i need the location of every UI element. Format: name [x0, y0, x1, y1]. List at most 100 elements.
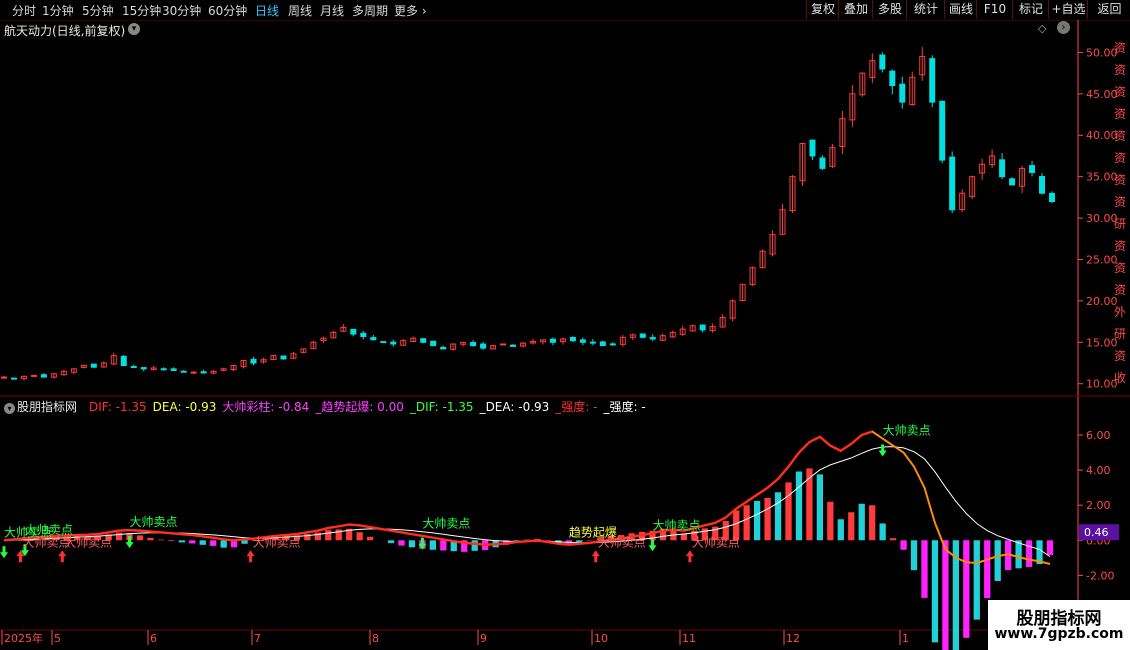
indicator-tick-label: 6.00: [1086, 429, 1111, 442]
candle-body: [360, 332, 367, 338]
sell-signal-label: 大帅卖点: [653, 518, 701, 532]
indicator-tick-label: -2.00: [1086, 569, 1114, 582]
indicator-name[interactable]: 股朋指标网: [17, 400, 77, 414]
candle-body: [380, 341, 387, 344]
price-tick-label: 20.00: [1086, 295, 1118, 308]
candle-body: [510, 344, 517, 347]
candle-body: [200, 371, 207, 374]
candle-body: [809, 139, 816, 157]
candle-body: [40, 374, 47, 378]
candle-body: [390, 341, 397, 345]
candle-body: [140, 367, 147, 370]
price-tick-label: 45.00: [1086, 88, 1118, 101]
watermark-url: www.7gpzb.com: [994, 626, 1124, 642]
buy-arrow-icon: [685, 550, 694, 563]
indicator-value-6: _强度: -: [555, 400, 598, 414]
price-tick-label: 40.00: [1086, 129, 1118, 142]
side-panel-text: 收: [1114, 371, 1126, 385]
time-tick-label: 12: [786, 632, 800, 645]
time-tick-label: 10: [594, 632, 608, 645]
candle-body: [609, 343, 616, 346]
side-panel-text: 资: [1114, 195, 1126, 209]
watermark: 股朋指标网 www.7gpzb.com: [988, 600, 1130, 650]
sell-signal-label-red: 大帅卖点: [253, 535, 301, 549]
side-panel-text: 资: [1114, 85, 1126, 99]
candle-body: [130, 366, 137, 369]
candle-body: [879, 54, 886, 70]
price-tick-label: 10.00: [1086, 378, 1118, 391]
candle-body: [699, 324, 706, 331]
sell-signal-label: 大帅卖点: [422, 517, 470, 531]
time-tick-label: 8: [372, 632, 379, 645]
buy-arrow-icon: [591, 550, 600, 563]
sell-signal-label: 大帅卖点: [130, 515, 178, 529]
time-tick-label: 7: [254, 632, 261, 645]
candle-body: [949, 156, 956, 211]
indicator-tick-label: 2.00: [1086, 499, 1111, 512]
sell-arrow-icon: [878, 444, 887, 457]
candle-body: [160, 368, 167, 371]
price-tick-label: 35.00: [1086, 171, 1118, 184]
candle-body: [569, 337, 576, 342]
side-panel-text: 研: [1114, 217, 1126, 231]
indicator-tick-label: 4.00: [1086, 464, 1111, 477]
side-panel-text: 资: [1114, 107, 1126, 121]
price-tick-label: 50.00: [1086, 46, 1118, 59]
side-panel-text: 研: [1114, 327, 1126, 341]
time-tick-label: 11: [682, 632, 696, 645]
indicator-value-2: 大帅彩柱: -0.84: [222, 400, 310, 414]
candle-body: [549, 338, 556, 343]
side-panel-text: 外: [1114, 305, 1126, 319]
indicator-toggle-icon[interactable]: ▾: [4, 403, 15, 414]
indicator-header: ▾ 股朋指标网 DIF: -1.35 DEA: -0.93 大帅彩柱: -0.84 _趋势…: [0, 398, 658, 414]
candle-body: [10, 377, 17, 380]
candle-body: [1049, 192, 1055, 203]
indicator-value-5: _DEA: -0.93: [479, 400, 550, 414]
candle-body: [899, 83, 906, 103]
side-panel-text: 资: [1114, 283, 1126, 297]
side-panel-text: 资: [1114, 129, 1126, 143]
candle-body: [1039, 175, 1046, 194]
candle-body: [500, 343, 507, 346]
candle-body: [939, 100, 946, 161]
candle-body: [1009, 178, 1016, 186]
candle-body: [819, 157, 826, 169]
candle-body: [639, 333, 646, 338]
candle-body: [999, 159, 1006, 178]
candle-body: [370, 337, 377, 341]
time-tick-label: 6: [150, 632, 157, 645]
side-panel-text: 资: [1114, 261, 1126, 275]
indicator-value-4: _DIF: -1.35: [409, 400, 474, 414]
current-value-label: 0.46: [1084, 526, 1109, 539]
candle-body: [120, 355, 127, 366]
candle-body: [30, 374, 37, 377]
price-tick-label: 15.00: [1086, 336, 1118, 349]
time-tick-label: 9: [480, 632, 487, 645]
candle-body: [180, 370, 187, 373]
candle-body: [250, 358, 257, 364]
main-chart-canvas[interactable]: 50.00 45.00 40.00 35.00 30.00 25.00 20.00 15.00…: [0, 0, 1130, 650]
candle-body: [90, 363, 97, 368]
candle-body: [589, 341, 596, 344]
time-tick-label: 5: [54, 632, 61, 645]
candle-body: [420, 338, 427, 343]
time-tick-label: 1: [902, 632, 909, 645]
side-panel-text: 资: [1114, 151, 1126, 165]
dif-red-line: [3, 430, 873, 546]
candle-body: [350, 328, 357, 335]
sell-signal-label-red: 大帅卖点: [64, 535, 112, 549]
buy-arrow-icon: [246, 550, 255, 563]
indicator-value-0: DIF: -1.35: [89, 400, 147, 414]
price-tick-label: 30.00: [1086, 212, 1118, 225]
candle-body: [170, 368, 177, 371]
sell-signal-label-red: 大帅卖点: [692, 535, 740, 549]
time-tick-label: 2025年: [4, 631, 43, 645]
indicator-value-3: _趋势起爆: 0.00: [315, 400, 404, 414]
sell-arrow-icon: [0, 546, 8, 559]
candle-body: [579, 339, 586, 343]
side-panel-text: 资: [1114, 239, 1126, 253]
candle-body: [470, 341, 477, 347]
candle-body: [649, 336, 656, 340]
side-panel-text: 资: [1114, 63, 1126, 77]
candle-body: [190, 371, 197, 374]
